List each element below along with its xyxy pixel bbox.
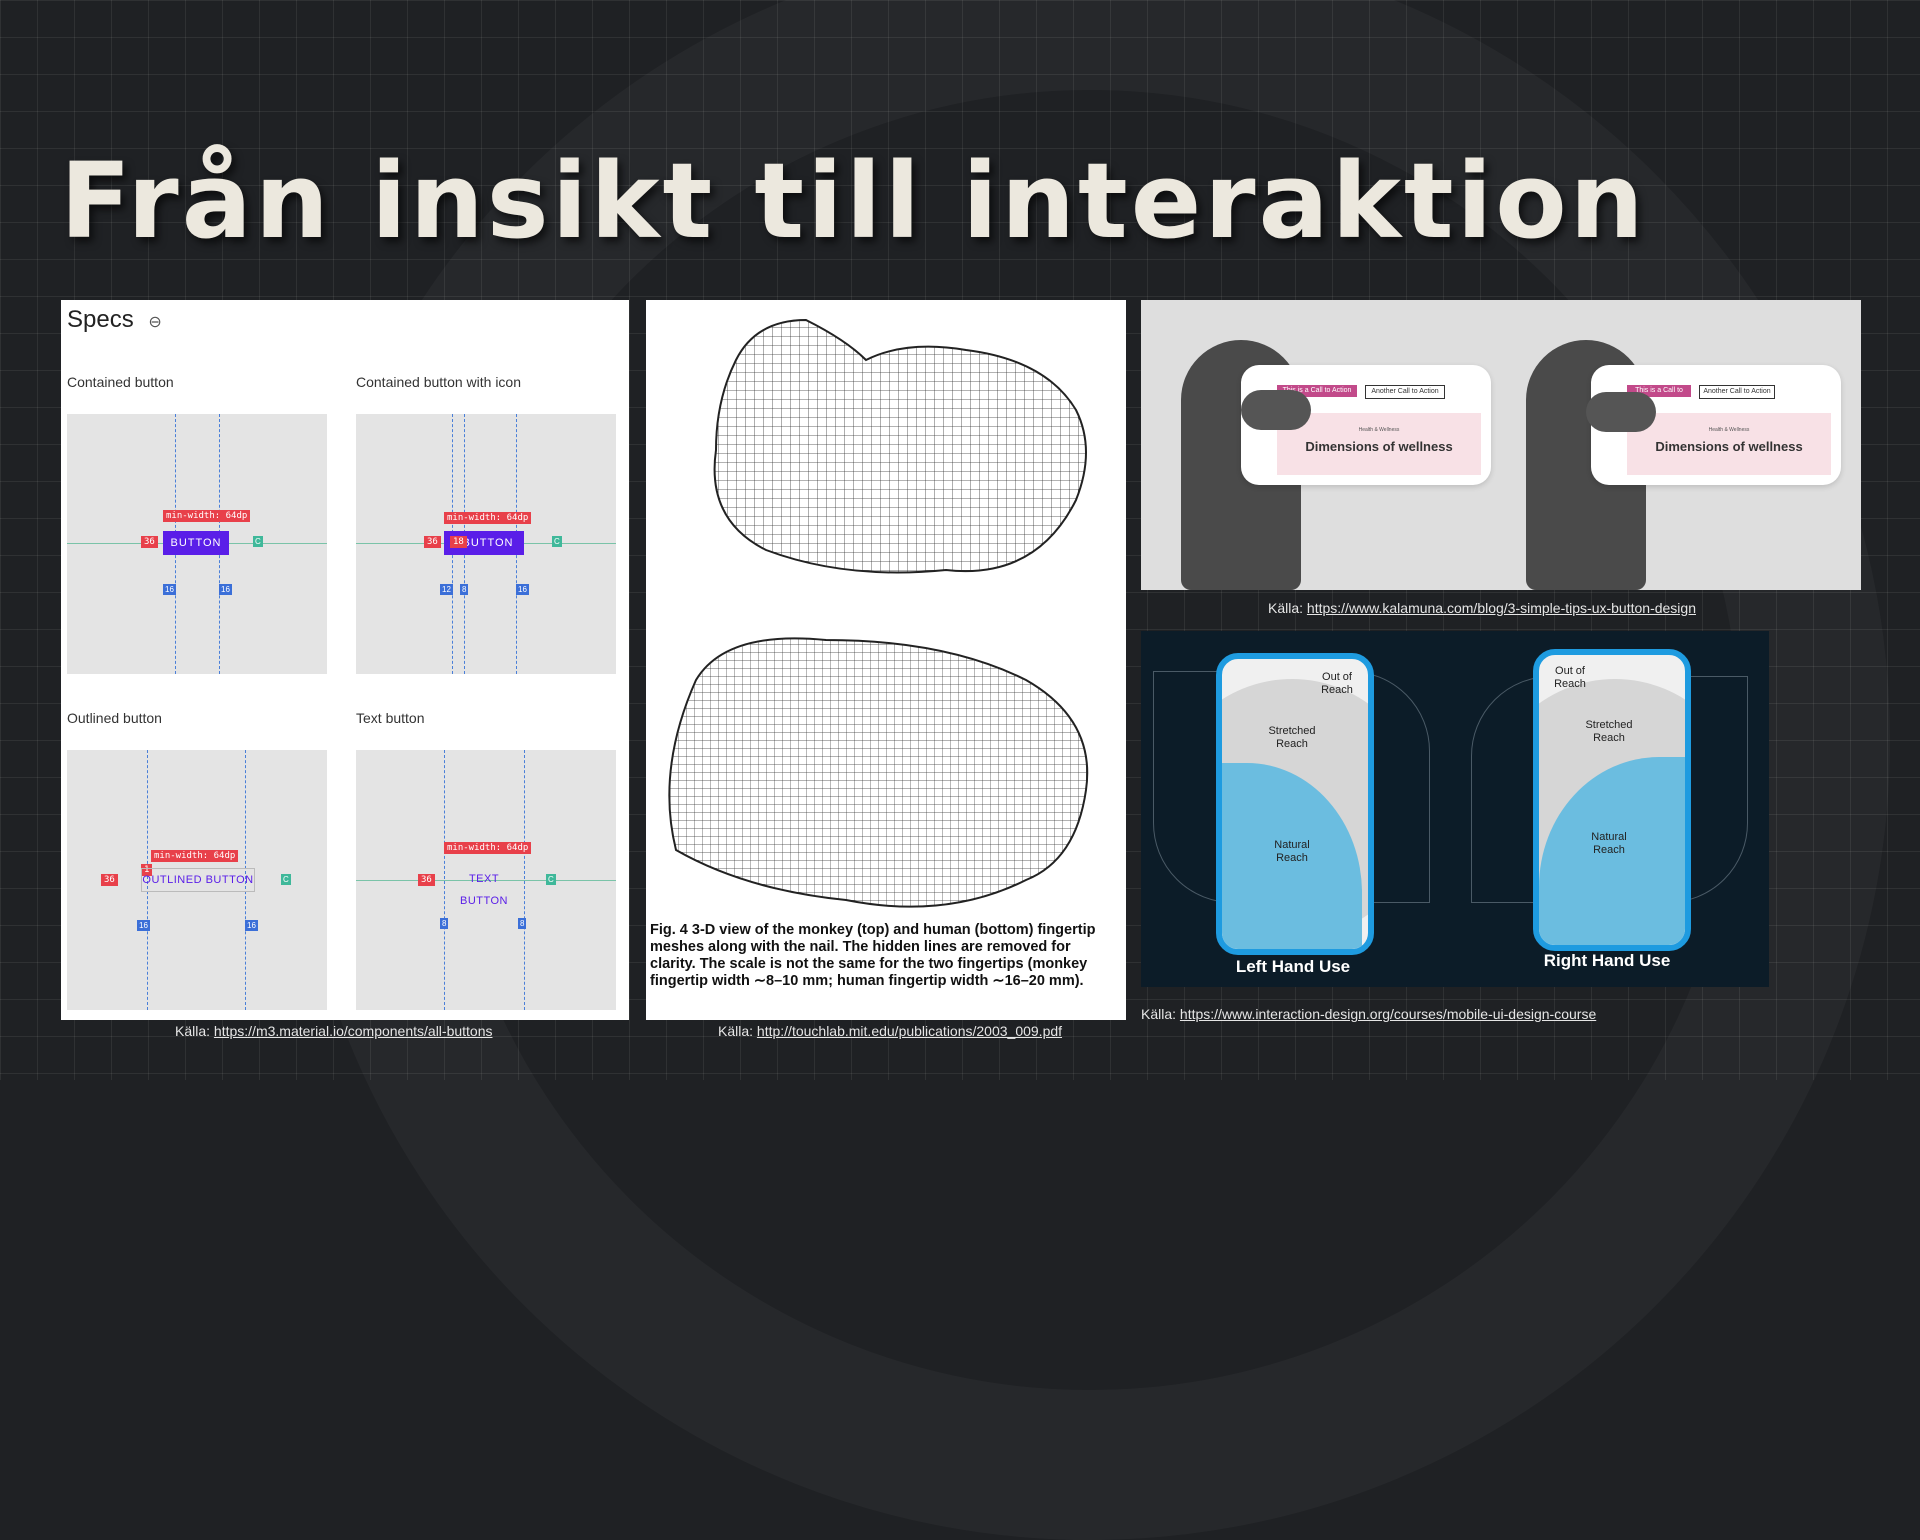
phone-hero: Health & Wellness Dimensions of wellness [1277, 413, 1481, 475]
caption-prefix: Källa: [175, 1023, 214, 1039]
spec-diagram-text: min-width: 64dp 36 TEXT BUTTON C 8 8 [356, 750, 616, 1010]
eyebrow-text: Health & Wellness [1708, 427, 1750, 433]
padding-tag: 36 [418, 874, 435, 886]
natural-reach-label: Natural Reach [1591, 831, 1627, 856]
stretched-reach-label: Stretched Reach [1585, 719, 1633, 744]
end-tag: C [552, 536, 562, 547]
text-button-sample: TEXT BUTTON [459, 873, 509, 907]
left-hand-phone: Out of Reach Stretched Reach Natural Rea… [1216, 653, 1374, 955]
caption-prefix: Källa: [1141, 1006, 1180, 1022]
spacing-tag: 8 [460, 584, 469, 595]
padding-tag: 36 [101, 874, 118, 886]
guide-line [524, 750, 525, 1010]
spacing-tag: 16 [245, 920, 258, 931]
source-link[interactable]: http://touchlab.mit.edu/publications/200… [757, 1023, 1062, 1039]
padding-tag: 36 [141, 536, 158, 548]
specs-panel: Specs ⊖ Contained button min-width: 64dp… [61, 300, 629, 1020]
spec-label-contained: Contained button [67, 374, 174, 390]
min-width-tag: min-width: 64dp [163, 510, 251, 522]
phone-hero: Health & Wellness Dimensions of wellness [1627, 413, 1831, 475]
source-link[interactable]: https://m3.material.io/components/all-bu… [214, 1023, 493, 1039]
spacing-tag: 16 [163, 584, 176, 595]
fingertip-figure-panel: Fig. 4 3-D view of the monkey (top) and … [646, 300, 1126, 1020]
figure-caption-source: Källa: http://touchlab.mit.edu/publicati… [718, 1023, 1062, 1039]
contained-button-sample: BUTTON [163, 531, 229, 555]
link-icon[interactable]: ⊖ [148, 314, 161, 331]
eyebrow-text: Health & Wellness [1358, 427, 1400, 433]
specs-heading: Specs ⊖ [67, 306, 162, 334]
out-of-reach-label: Out of Reach [1554, 665, 1586, 690]
spacing-tag: 16 [219, 584, 232, 595]
natural-reach-label: Natural Reach [1274, 839, 1310, 864]
outlined-button-sample: OUTLINED BUTTON [141, 868, 255, 892]
cta-secondary-button: Another Call to Action [1365, 385, 1445, 399]
thumb-reach-panel: Out of Reach Stretched Reach Natural Rea… [1141, 631, 1769, 987]
reach-caption: Källa: https://www.interaction-design.or… [1141, 1006, 1596, 1022]
right-hand-label: Right Hand Use [1543, 951, 1671, 970]
slide-title: Från insikt till interaktion [60, 140, 1647, 262]
spec-diagram-contained-icon: min-width: 64dp 36 BUTTON 18 C 12 8 16 [356, 414, 616, 674]
spacing-tag: 8 [440, 918, 449, 929]
padding-tag: 36 [424, 536, 441, 548]
spec-diagram-outlined: min-width: 64dp 1 36 OUTLINED BUTTON C 1… [67, 750, 327, 1010]
spec-diagram-contained: min-width: 64dp 36 BUTTON C 16 16 [67, 414, 327, 674]
caption-prefix: Källa: [718, 1023, 757, 1039]
specs-heading-text: Specs [67, 306, 134, 333]
thumb [1586, 392, 1656, 432]
human-fingertip-mesh [668, 637, 1089, 908]
specs-caption: Källa: https://m3.material.io/components… [175, 1023, 493, 1039]
spacing-tag: 12 [440, 584, 453, 595]
stretched-reach-label: Stretched Reach [1268, 725, 1316, 750]
spacing-tag: 8 [518, 918, 527, 929]
spacing-tag: 16 [137, 920, 150, 931]
left-hand-label: Left Hand Use [1235, 957, 1351, 976]
figure-caption: Fig. 4 3-D view of the monkey (top) and … [650, 922, 1096, 989]
min-width-tag: min-width: 64dp [444, 842, 532, 854]
spec-label-contained-icon: Contained button with icon [356, 374, 521, 390]
min-width-tag: min-width: 64dp [444, 512, 532, 524]
photo-caption: Källa: https://www.kalamuna.com/blog/3-s… [1268, 600, 1696, 616]
end-tag: C [281, 874, 291, 885]
min-width-tag: min-width: 64dp [151, 850, 239, 862]
source-link[interactable]: https://www.interaction-design.org/cours… [1180, 1006, 1596, 1022]
hero-heading: Dimensions of wellness [1655, 439, 1803, 454]
end-tag: C [253, 536, 263, 547]
spacing-tag: 16 [516, 584, 529, 595]
source-link[interactable]: https://www.kalamuna.com/blog/3-simple-t… [1307, 600, 1696, 616]
end-tag: C [546, 874, 556, 885]
caption-prefix: Källa: [1268, 600, 1307, 616]
hand-photo-panel: This is a Call to Action Another Call to… [1141, 300, 1861, 590]
hero-heading: Dimensions of wellness [1305, 439, 1453, 454]
cta-secondary-button: Another Call to Action [1699, 385, 1775, 399]
right-hand-phone: Out of Reach Stretched Reach Natural Rea… [1533, 649, 1691, 951]
icon-size-tag: 18 [450, 536, 467, 548]
monkey-fingertip-mesh [713, 318, 1087, 574]
spec-label-outlined: Outlined button [67, 710, 162, 726]
out-of-reach-label: Out of Reach [1321, 671, 1353, 696]
thumb [1241, 390, 1311, 430]
spec-label-text: Text button [356, 710, 425, 726]
